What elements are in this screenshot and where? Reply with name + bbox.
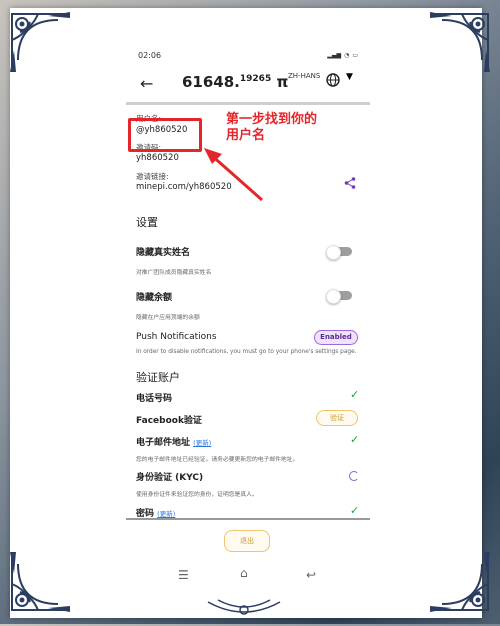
push-notifications-desc: In order to disable notifications, you m… bbox=[136, 349, 357, 355]
facebook-verify-button[interactable]: 验证 bbox=[316, 410, 358, 426]
content-divider bbox=[126, 518, 370, 520]
annotation-line-1: 第一步找到你的 bbox=[226, 112, 318, 127]
hide-name-toggle[interactable] bbox=[326, 245, 352, 260]
pi-symbol: π bbox=[276, 73, 289, 91]
hide-name-desc: 对推广团队成员隐藏真实姓名 bbox=[136, 270, 212, 276]
wifi-icon: ◔ bbox=[344, 51, 350, 59]
email-label: 电子邮件地址 (更新) bbox=[136, 435, 211, 448]
kyc-desc: 使用身份证件来验证您的身份，证明您是真人。 bbox=[136, 492, 258, 498]
status-bar: 02:06 ▂▄▆ ◔ ▭ bbox=[138, 48, 358, 62]
balance-decimal: 19265 bbox=[239, 74, 272, 84]
email-label-text: 电子邮件地址 bbox=[136, 438, 191, 448]
annotation-line-2: 用户名 bbox=[226, 128, 266, 143]
toggle-knob bbox=[326, 289, 341, 304]
balance-integer: 61648. bbox=[182, 73, 240, 91]
settings-heading: 设置 bbox=[136, 216, 158, 229]
hide-balance-desc: 隐藏在户应用顶端的余额 bbox=[136, 315, 200, 321]
push-notifications-title: Push Notifications bbox=[136, 332, 217, 342]
username-highlight-box bbox=[128, 118, 202, 152]
bottom-ornament-icon bbox=[204, 596, 284, 622]
hide-name-title: 隐藏真实姓名 bbox=[136, 248, 191, 258]
language-code[interactable]: ZH-HANS bbox=[288, 72, 320, 80]
password-update-link[interactable]: (更新) bbox=[157, 510, 175, 518]
back-nav-icon[interactable]: ↩ bbox=[306, 568, 316, 582]
back-arrow-icon[interactable]: ← bbox=[140, 74, 153, 93]
corner-ornament-icon bbox=[8, 550, 72, 614]
app-bar: ← 61648.19265 π ZH-HANS ▼ bbox=[126, 68, 370, 102]
check-icon: ✓ bbox=[350, 388, 360, 401]
corner-ornament-icon bbox=[428, 10, 492, 74]
kyc-pending-icon bbox=[349, 471, 359, 481]
chevron-down-icon[interactable]: ▼ bbox=[346, 72, 353, 82]
check-icon: ✓ bbox=[350, 504, 360, 517]
menu-nav-icon[interactable]: ☰ bbox=[178, 568, 189, 582]
corner-ornament-icon bbox=[8, 10, 72, 74]
toggle-knob bbox=[326, 245, 341, 260]
email-desc: 您的电子邮件地址已经验证。请务必要更新您的电子邮件地址。 bbox=[136, 457, 299, 463]
home-nav-icon[interactable]: ⌂ bbox=[240, 566, 248, 580]
hide-balance-toggle[interactable] bbox=[326, 289, 352, 304]
kyc-label: 身份验证 (KYC) bbox=[136, 473, 204, 483]
email-update-link[interactable]: (更新) bbox=[193, 439, 211, 447]
corner-ornament-icon bbox=[428, 550, 492, 614]
check-icon: ✓ bbox=[350, 433, 360, 446]
facebook-label: Facebook验证 bbox=[136, 416, 202, 426]
status-icons: ▂▄▆ ◔ ▭ bbox=[327, 52, 358, 59]
invite-link-label: 邀请链接: bbox=[136, 172, 169, 181]
appbar-divider bbox=[126, 102, 370, 105]
push-enabled-badge[interactable]: Enabled bbox=[314, 330, 358, 345]
status-time: 02:06 bbox=[138, 50, 162, 60]
globe-icon[interactable] bbox=[326, 73, 340, 87]
annotation-text: 第一步找到你的 用户名 bbox=[226, 112, 336, 144]
hide-balance-title: 隐藏余额 bbox=[136, 293, 173, 303]
verify-heading: 验证账户 bbox=[136, 371, 180, 384]
phone-label: 电话号码 bbox=[136, 394, 173, 404]
battery-icon: ▭ bbox=[352, 51, 358, 59]
logout-button[interactable]: 退出 bbox=[224, 530, 270, 552]
balance-display: 61648.19265 π bbox=[182, 73, 288, 91]
annotation-arrow-icon bbox=[204, 148, 263, 202]
signal-icon: ▂▄▆ bbox=[327, 51, 342, 59]
referral-value: yh860520 bbox=[136, 153, 179, 163]
share-icon[interactable] bbox=[344, 177, 356, 189]
